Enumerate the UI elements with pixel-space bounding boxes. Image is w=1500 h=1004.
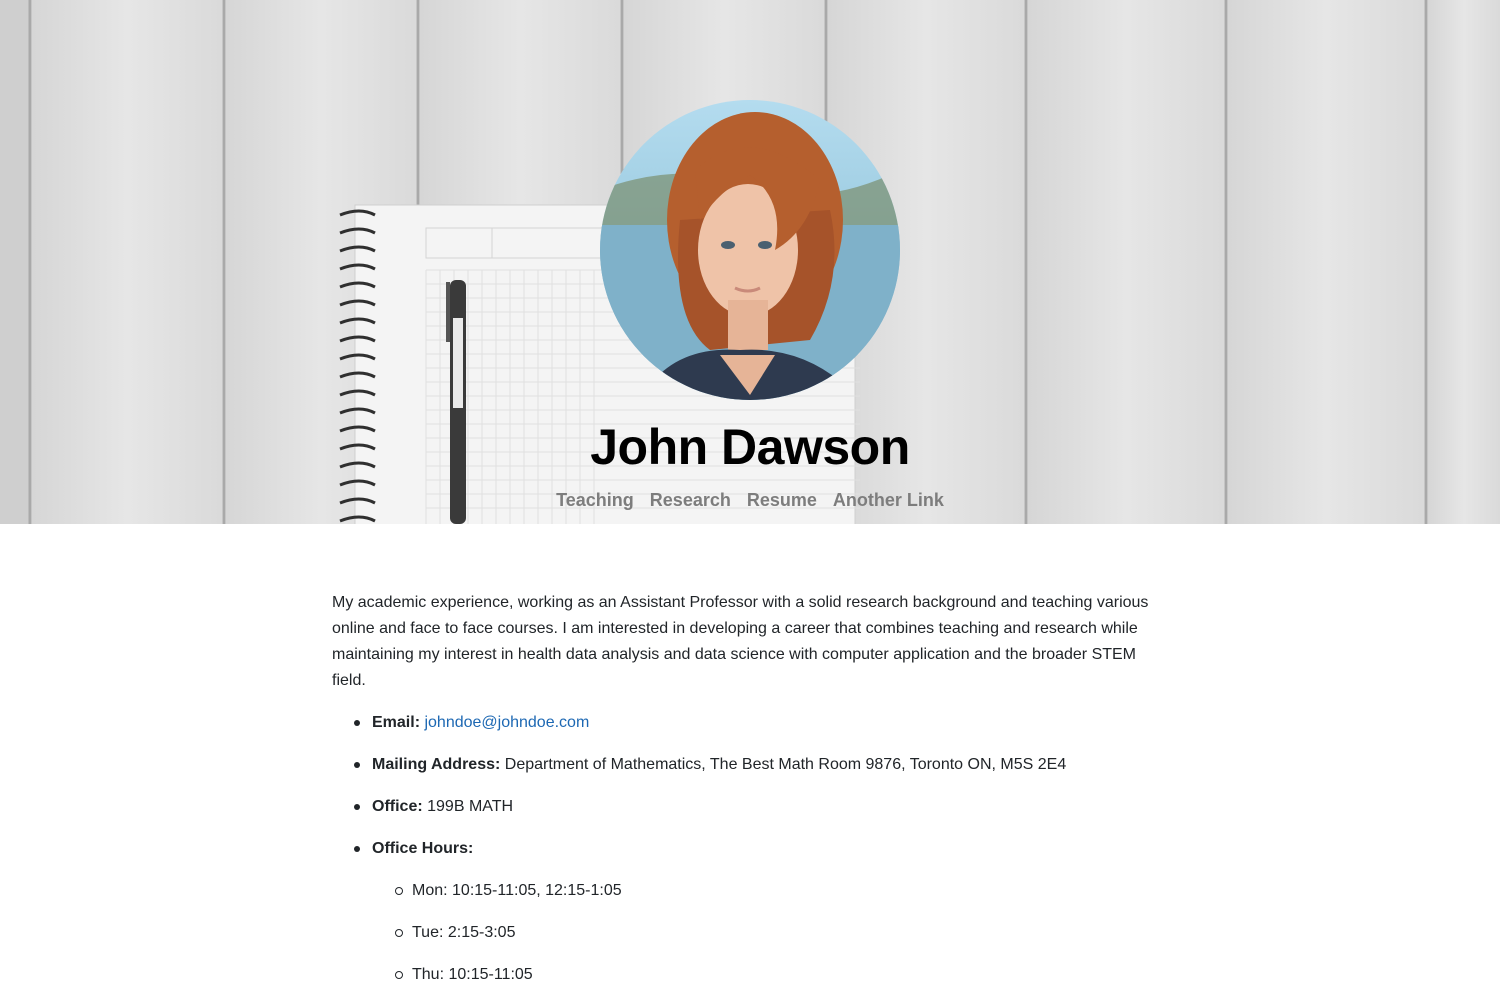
contact-list: Email: johndoe@johndoe.com Mailing Addre… [332, 710, 1172, 988]
email-label: Email: [372, 714, 421, 731]
office-label: Office: [372, 798, 423, 815]
profile-name: John Dawson [590, 419, 910, 475]
nav-link-teaching[interactable]: Teaching [556, 490, 634, 511]
nav-link-another[interactable]: Another Link [833, 490, 944, 511]
address-value: Department of Mathematics, The Best Math… [504, 756, 1067, 773]
intro-paragraph: My academic experience, working as an As… [332, 594, 1149, 689]
contact-hours-item: Office Hours: Mon: 10:15-11:05, 12:15-1:… [354, 836, 1172, 988]
email-link[interactable]: johndoe@johndoe.com [424, 714, 589, 731]
office-hours-item: Thu: 10:15-11:05 [395, 962, 1172, 988]
nav-link-resume[interactable]: Resume [747, 490, 817, 511]
office-hours-list: Mon: 10:15-11:05, 12:15-1:05 Tue: 2:15-3… [372, 878, 1172, 988]
office-hours-item: Tue: 2:15-3:05 [395, 920, 1172, 946]
contact-address-item: Mailing Address: Department of Mathemati… [354, 752, 1172, 778]
main-nav: Teaching Research Resume Another Link [0, 490, 1500, 511]
main-content: My academic experience, working as an As… [332, 590, 1172, 1004]
profile-avatar [600, 100, 900, 400]
nav-link-research[interactable]: Research [650, 490, 731, 511]
hero-banner: John Dawson Teaching Research Resume Ano… [0, 0, 1500, 524]
contact-email-item: Email: johndoe@johndoe.com [354, 710, 1172, 736]
contact-office-item: Office: 199B MATH [354, 794, 1172, 820]
hours-label: Office Hours: [372, 840, 474, 857]
office-value: 199B MATH [427, 798, 514, 815]
address-label: Mailing Address: [372, 756, 501, 773]
office-hours-item: Mon: 10:15-11:05, 12:15-1:05 [395, 878, 1172, 904]
